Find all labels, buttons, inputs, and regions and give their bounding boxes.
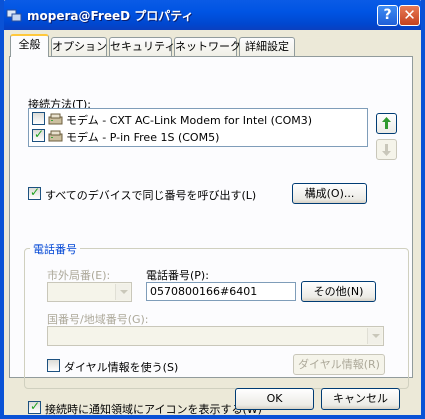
- area-code-combo[interactable]: [47, 282, 132, 302]
- country-code-combo[interactable]: [47, 326, 384, 346]
- modem-icon: [48, 113, 63, 125]
- dialing-rules-checkbox[interactable]: [47, 359, 60, 372]
- general-tab-panel: 接続方法(T): モデム - CXT AC-Link Modem for Int…: [9, 56, 413, 416]
- area-code-label: 市外局番(E):: [47, 269, 111, 282]
- dialog-body: 全般 オプション セキュリティ ネットワーク 詳細設定 接続方法(T): モデム…: [4, 30, 421, 416]
- title-bar[interactable]: mopera@FreeD プロパティ ? ✕: [0, 0, 425, 30]
- cancel-button[interactable]: キャンセル: [321, 388, 400, 410]
- ok-button[interactable]: OK: [235, 388, 314, 410]
- green-up-arrow-icon: [382, 117, 391, 129]
- modem-icon: [48, 130, 63, 142]
- help-button[interactable]: ?: [377, 5, 398, 26]
- all-devices-checkbox[interactable]: [28, 185, 41, 200]
- dialing-rules-button[interactable]: ダイヤル情報(R): [293, 354, 385, 375]
- dialing-rules-label[interactable]: ダイヤル情報を使う(S): [64, 359, 178, 375]
- network-connection-icon: [6, 9, 22, 22]
- move-up-button[interactable]: [376, 113, 397, 134]
- window-title: mopera@FreeD プロパティ: [27, 9, 194, 23]
- phone-number-label: 電話番号(P):: [146, 269, 209, 282]
- phone-number-input[interactable]: 0570800166#6401: [146, 282, 296, 301]
- tab-security[interactable]: セキュリティ: [109, 37, 175, 56]
- device-2-checkbox[interactable]: [32, 127, 45, 142]
- move-down-button[interactable]: [376, 139, 397, 160]
- configure-button[interactable]: 構成(O)...: [292, 183, 367, 204]
- all-devices-label[interactable]: すべてのデバイスで同じ番号を呼び出す(L): [45, 187, 256, 203]
- alternates-button[interactable]: その他(N): [301, 281, 376, 302]
- tab-advanced[interactable]: 詳細設定: [239, 37, 295, 56]
- device-list[interactable]: モデム - CXT AC-Link Modem for Intel (COM3)…: [28, 108, 368, 147]
- device-2-label: モデム - P-in Free 1S (COM5): [66, 131, 220, 144]
- properties-window: mopera@FreeD プロパティ ? ✕ 全般 オプション セキュリティ ネ…: [0, 0, 425, 419]
- chevron-down-icon: [115, 284, 130, 300]
- down-arrow-icon: [382, 144, 391, 156]
- show-icon-label[interactable]: 接続時に通知領域にアイコンを表示する(W): [45, 401, 262, 417]
- close-button[interactable]: ✕: [399, 5, 420, 26]
- show-icon-checkbox[interactable]: [28, 399, 41, 414]
- device-1-label: モデム - CXT AC-Link Modem for Intel (COM3): [66, 114, 313, 127]
- device-1-checkbox[interactable]: [32, 112, 45, 125]
- country-code-label: 国番号/地域番号(G):: [47, 313, 149, 326]
- tab-options[interactable]: オプション: [51, 37, 107, 56]
- tab-general[interactable]: 全般: [10, 34, 49, 57]
- phone-number-group-title: 電話番号: [30, 241, 80, 257]
- chevron-down-icon: [367, 328, 382, 344]
- tab-network[interactable]: ネットワーク: [174, 37, 241, 56]
